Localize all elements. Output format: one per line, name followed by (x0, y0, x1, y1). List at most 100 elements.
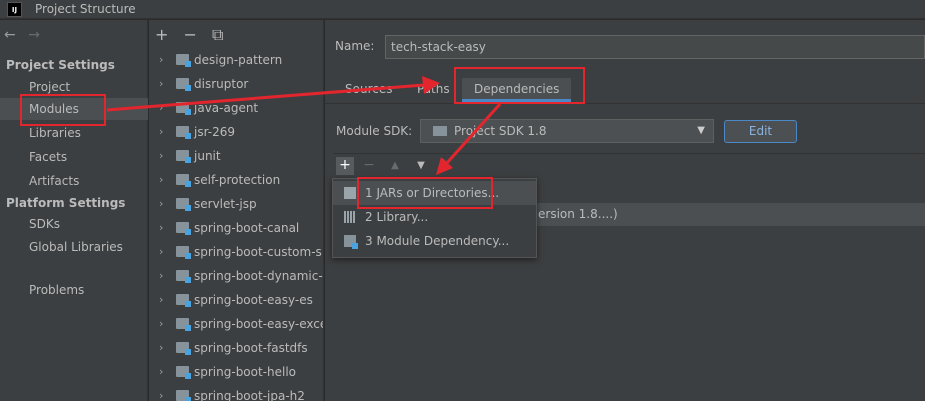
sidebar-item-problems[interactable]: Problems (0, 279, 148, 301)
chevron-right-icon[interactable]: › (159, 192, 163, 216)
module-folder-icon (176, 54, 191, 67)
module-folder-icon (176, 198, 191, 211)
tree-item-label: spring-boot-dynamic- (194, 269, 323, 283)
tree-item-module[interactable]: › self-protection (149, 168, 323, 192)
module-folder-icon (176, 174, 191, 187)
settings-sidebar: ← → Project Settings Project Modules Lib… (0, 20, 148, 401)
module-folder-icon (176, 366, 191, 379)
sdk-folder-icon (433, 126, 447, 136)
chevron-right-icon[interactable]: › (159, 264, 163, 288)
tree-item-module[interactable]: › java-agent (149, 96, 323, 120)
move-down-button[interactable]: ▼ (412, 157, 430, 175)
title-bar: IJ Project Structure (0, 0, 925, 19)
module-sdk-label: Module SDK: (336, 124, 413, 138)
chevron-right-icon[interactable]: › (159, 288, 163, 312)
chevron-down-icon: ▼ (697, 125, 705, 136)
chevron-right-icon[interactable]: › (159, 384, 163, 401)
tree-item-module[interactable]: › design-pattern (149, 48, 323, 72)
remove-dependency-button[interactable]: − (360, 157, 378, 175)
menu-item-label: 3 Module Dependency... (365, 234, 510, 248)
module-name-input[interactable] (385, 35, 925, 59)
tree-item-module[interactable]: › spring-boot-easy-es (149, 288, 323, 312)
tree-item-module[interactable]: › disruptor (149, 72, 323, 96)
tree-item-module[interactable]: › spring-boot-custom-s (149, 240, 323, 264)
chevron-right-icon[interactable]: › (159, 144, 163, 168)
tree-item-module[interactable]: › spring-boot-fastdfs (149, 336, 323, 360)
dependencies-toolbar: + − ▲ ▼ ✎ (333, 153, 925, 175)
project-settings-header: Project Settings (6, 58, 115, 72)
annotation-box-modules (20, 94, 106, 126)
tree-item-label: spring-boot-fastdfs (194, 341, 308, 355)
menu-item-label: 2 Library... (365, 210, 429, 224)
platform-settings-header: Platform Settings (6, 196, 126, 210)
chevron-right-icon[interactable]: › (159, 48, 163, 72)
module-icon (344, 235, 358, 249)
annotation-box-jars (357, 177, 493, 209)
tree-item-label: self-protection (194, 173, 281, 187)
nav-arrows: ← → (4, 27, 48, 43)
sidebar-item-sdks[interactable]: SDKs (0, 213, 148, 235)
tree-item-module[interactable]: › spring-boot-canal (149, 216, 323, 240)
chevron-right-icon[interactable]: › (159, 120, 163, 144)
annotation-box-dependencies (454, 67, 585, 104)
add-module-icon[interactable]: + (155, 25, 168, 44)
edit-sdk-button[interactable]: Edit (724, 120, 797, 143)
tree-item-module[interactable]: › spring-boot-jpa-h2 (149, 384, 323, 401)
tree-item-label: design-pattern (194, 53, 283, 67)
menu-item-module-dependency[interactable]: 3 Module Dependency... (333, 229, 536, 253)
tree-item-label: spring-boot-canal (194, 221, 300, 235)
edit-pencil-icon[interactable]: ✎ (436, 157, 454, 175)
tab-paths[interactable]: Paths (417, 78, 450, 102)
module-folder-icon (176, 102, 191, 115)
tree-item-module[interactable]: › spring-boot-easy-exce (149, 312, 324, 336)
chevron-right-icon[interactable]: › (159, 72, 163, 96)
chevron-right-icon[interactable]: › (159, 336, 163, 360)
module-sdk-dropdown[interactable]: Project SDK 1.8 ▼ (420, 119, 714, 143)
move-up-button[interactable]: ▲ (386, 157, 404, 175)
tree-item-label: java-agent (194, 101, 259, 115)
sidebar-item-facets[interactable]: Facets (0, 146, 148, 168)
intellij-logo-icon: IJ (7, 2, 22, 17)
tab-sources[interactable]: Sources (345, 78, 392, 102)
chevron-right-icon[interactable]: › (159, 96, 163, 120)
chevron-right-icon[interactable]: › (159, 240, 163, 264)
tree-item-label: servlet-jsp (194, 197, 257, 211)
module-folder-icon (176, 270, 191, 283)
tree-item-label: spring-boot-jpa-h2 (194, 389, 305, 401)
module-folder-icon (176, 246, 191, 259)
tree-item-label: spring-boot-easy-exce (194, 317, 324, 331)
chevron-right-icon[interactable]: › (159, 216, 163, 240)
tree-item-module[interactable]: › spring-boot-dynamic- (149, 264, 323, 288)
module-folder-icon (176, 222, 191, 235)
copy-module-icon[interactable]: ⧉ (212, 25, 223, 44)
remove-module-icon[interactable]: − (184, 25, 197, 44)
tree-item-label: disruptor (194, 77, 249, 91)
chevron-right-icon[interactable]: › (159, 312, 163, 336)
name-label: Name: (335, 39, 375, 53)
sidebar-item-global-libraries[interactable]: Global Libraries (0, 236, 148, 258)
sidebar-item-artifacts[interactable]: Artifacts (0, 170, 148, 192)
tree-item-module[interactable]: › jsr-269 (149, 120, 323, 144)
tree-item-module[interactable]: › servlet-jsp (149, 192, 323, 216)
tab-divider (325, 103, 925, 104)
jar-icon (344, 187, 356, 199)
module-folder-icon (176, 294, 191, 307)
tree-item-module[interactable]: › spring-boot-hello (149, 360, 323, 384)
library-icon (344, 211, 356, 223)
module-folder-icon (176, 342, 191, 355)
module-tree: + − ⧉ › design-pattern › disruptor › java-age… (149, 20, 324, 401)
tree-item-module[interactable]: › junit (149, 144, 323, 168)
sdk-value: Project SDK 1.8 (454, 124, 547, 138)
back-arrow-icon[interactable]: ← (4, 27, 16, 43)
tree-toolbar: + − ⧉ (155, 25, 233, 45)
add-dependency-button[interactable]: + (336, 157, 354, 175)
tree-item-label: spring-boot-custom-s (194, 245, 322, 259)
module-folder-icon (176, 126, 191, 139)
window-title: Project Structure (35, 2, 136, 16)
module-folder-icon (176, 150, 191, 163)
chevron-right-icon[interactable]: › (159, 168, 163, 192)
chevron-right-icon[interactable]: › (159, 360, 163, 384)
module-folder-icon (176, 390, 191, 401)
tree-item-label: spring-boot-hello (194, 365, 297, 379)
forward-arrow-icon[interactable]: → (28, 27, 40, 43)
